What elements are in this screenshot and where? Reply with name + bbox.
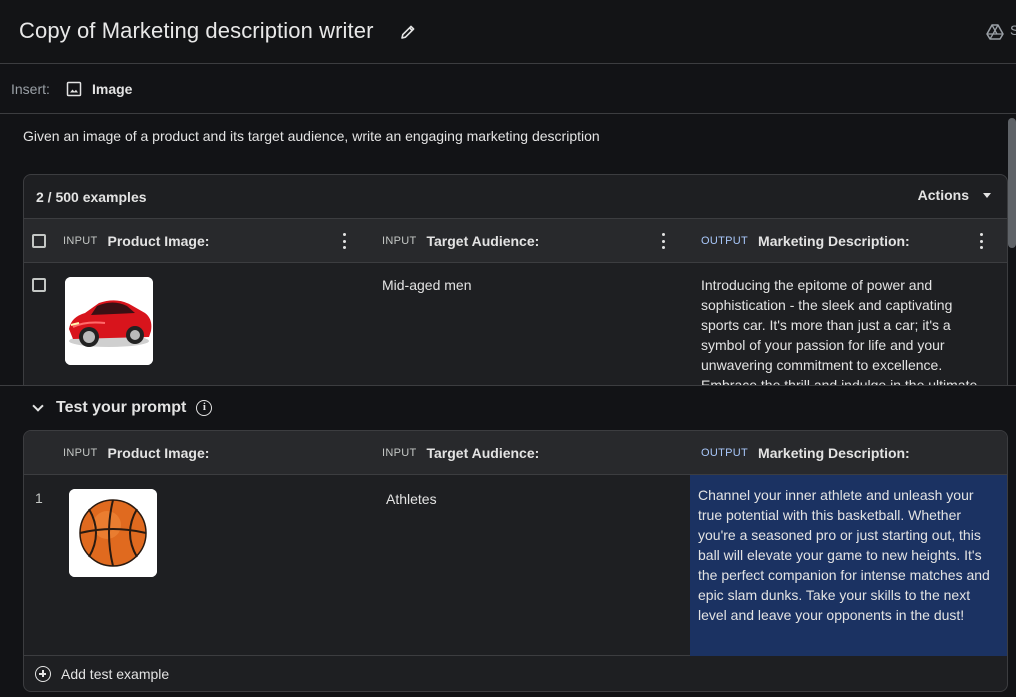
title-bar: Copy of Marketing description writer S: [0, 0, 1016, 64]
column-name: Marketing Description:: [758, 233, 910, 249]
product-image-basketball[interactable]: [69, 489, 157, 577]
column-name: Target Audience:: [426, 445, 540, 461]
insert-label: Insert:: [11, 81, 50, 97]
column-name: Marketing Description:: [758, 445, 910, 461]
column-tag: OUTPUT: [701, 235, 749, 247]
actions-label: Actions: [917, 187, 969, 203]
column-target-audience: INPUT Target Audience:: [382, 431, 539, 475]
prompt-instructions[interactable]: Given an image of a product and its targ…: [23, 128, 600, 144]
prompt-title[interactable]: Copy of Marketing description writer: [19, 18, 374, 44]
test-prompt-toggle[interactable]: Test your prompt i: [30, 399, 213, 417]
drive-icon[interactable]: [985, 22, 1005, 42]
column-menu-icon[interactable]: [979, 233, 983, 249]
column-name: Product Image:: [107, 233, 210, 249]
column-tag: INPUT: [382, 447, 417, 459]
vertical-scrollbar[interactable]: [1008, 118, 1016, 248]
column-product-image: INPUT Product Image:: [63, 219, 209, 263]
add-test-example-label: Add test example: [61, 666, 170, 682]
examples-count: 2 / 500 examples: [36, 189, 147, 205]
basketball-image: [69, 489, 157, 577]
column-tag: INPUT: [63, 235, 98, 247]
test-column-headers: INPUT Product Image: INPUT Target Audien…: [24, 431, 1007, 475]
actions-menu-button[interactable]: Actions: [918, 187, 991, 203]
test-prompt-heading: Test your prompt: [56, 399, 187, 416]
column-marketing-description: OUTPUT Marketing Description:: [701, 431, 910, 475]
product-image-sports-car[interactable]: [65, 277, 153, 365]
column-name: Product Image:: [107, 445, 210, 461]
column-marketing-description: OUTPUT Marketing Description:: [701, 219, 910, 263]
column-menu-icon[interactable]: [342, 233, 346, 249]
description-cell[interactable]: Introducing the epitome of power and sop…: [701, 275, 991, 395]
image-icon: [66, 81, 82, 97]
add-circle-icon: [35, 666, 51, 682]
column-tag: OUTPUT: [701, 447, 749, 459]
insert-image-label: Image: [92, 81, 133, 97]
insert-toolbar: Insert: Image: [0, 64, 1016, 114]
column-menu-icon[interactable]: [661, 233, 665, 249]
truncated-action-label[interactable]: S: [1010, 22, 1016, 38]
column-tag: INPUT: [63, 447, 98, 459]
chevron-down-icon: [32, 400, 44, 412]
sports-car-image: [65, 277, 153, 365]
column-product-image: INPUT Product Image:: [63, 431, 209, 475]
row-checkbox[interactable]: [32, 278, 46, 292]
column-name: Target Audience:: [426, 233, 540, 249]
column-target-audience: INPUT Target Audience:: [382, 219, 539, 263]
info-icon[interactable]: i: [196, 400, 213, 416]
insert-image-button[interactable]: Image: [62, 77, 136, 101]
column-tag: INPUT: [382, 235, 417, 247]
test-row[interactable]: 1 Athletes Channel your inner athlete an…: [24, 475, 1007, 656]
audience-cell[interactable]: Mid-aged men: [382, 275, 472, 295]
row-number: 1: [35, 490, 43, 506]
test-table: INPUT Product Image: INPUT Target Audien…: [23, 430, 1008, 692]
examples-header: 2 / 500 examples Actions: [24, 175, 1007, 219]
select-all-checkbox[interactable]: [32, 234, 46, 248]
audience-cell[interactable]: Athletes: [386, 489, 437, 509]
pencil-icon[interactable]: [398, 22, 418, 42]
add-test-example-button[interactable]: Add test example: [35, 666, 169, 682]
generated-output-cell[interactable]: Channel your inner athlete and unleash y…: [690, 475, 1007, 656]
caret-down-icon: [983, 192, 991, 198]
examples-column-headers: INPUT Product Image: INPUT Target Audien…: [24, 219, 1007, 263]
